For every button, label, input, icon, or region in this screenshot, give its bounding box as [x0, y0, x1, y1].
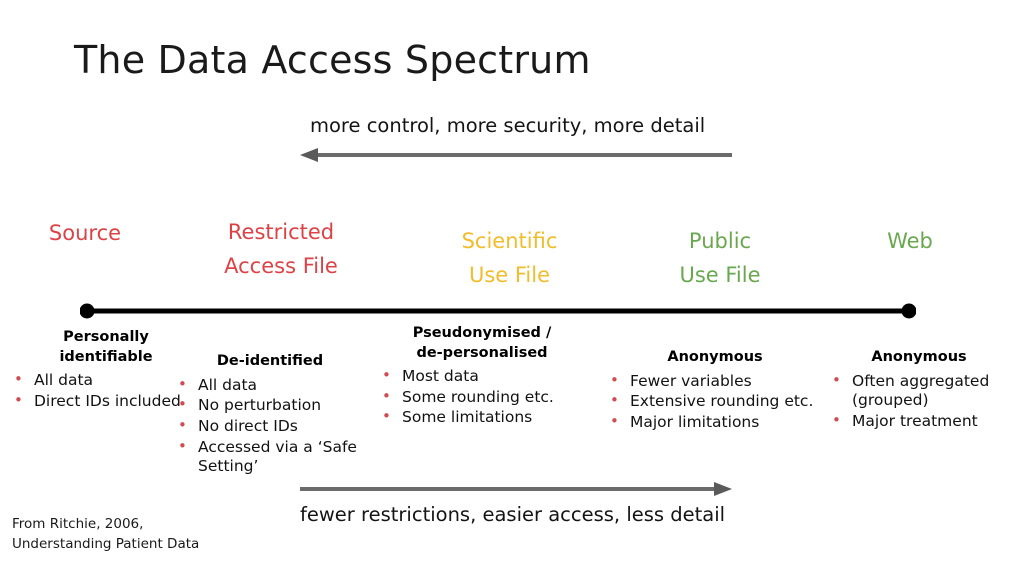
list-item: All data [172, 375, 372, 396]
spectrum-label-public-use-file-line2: Use File [679, 263, 761, 288]
detail-column-anonymous-aggregated: Anonymous Often aggregated (grouped) Maj… [826, 348, 1024, 433]
column-heading: Pseudonymised / de-personalised [376, 324, 588, 363]
top-caption: more control, more security, more detail [310, 114, 706, 137]
right-pointing-arrow-icon [298, 480, 734, 498]
spectrum-label-restricted-access-file: Restricted Access File [196, 215, 366, 283]
list-item: Direct IDs included [8, 391, 186, 412]
list-item: Major limitations [604, 412, 830, 433]
list-item: Often aggregated (grouped) [826, 371, 1024, 411]
list-item: All data [8, 370, 186, 391]
column-heading-line1: Anonymous [871, 349, 967, 365]
spectrum-label-public-use-file: Public Use File [646, 224, 794, 292]
spectrum-label-source-line1: Source [48, 221, 122, 245]
spectrum-label-restricted-access-file-line1: Restricted [227, 220, 335, 244]
spectrum-axis [80, 303, 916, 319]
list-item: Extensive rounding etc. [604, 391, 830, 412]
column-bullet-list: Fewer variables Extensive rounding etc. … [604, 371, 830, 433]
column-heading: De-identified [172, 352, 368, 372]
source-attribution-line2: Understanding Patient Data [12, 536, 200, 553]
spectrum-label-source: Source [20, 216, 150, 250]
detail-column-anonymous-fewer-variables: Anonymous Fewer variables Extensive roun… [604, 348, 830, 434]
list-item: Some rounding etc. [376, 387, 592, 408]
page-title: The Data Access Spectrum [74, 38, 591, 82]
detail-column-pseudonymised: Pseudonymised / de-personalised Most dat… [376, 324, 592, 429]
source-attribution: From Ritchie, 2006, Understanding Patien… [12, 514, 199, 555]
column-heading: Anonymous [604, 348, 826, 368]
column-bullet-list: All data Direct IDs included [8, 370, 186, 412]
left-pointing-arrow-icon [298, 146, 734, 164]
column-heading-line1: Anonymous [667, 349, 763, 365]
slide-canvas: The Data Access Spectrum more control, m… [0, 0, 1024, 576]
detail-column-de-identified: De-identified All data No perturbation N… [172, 352, 372, 478]
list-item: No direct IDs [172, 416, 372, 437]
column-heading-line1: Personally [63, 329, 149, 345]
column-bullet-list: All data No perturbation No direct IDs A… [172, 375, 372, 477]
spectrum-label-restricted-access-file-line2: Access File [224, 254, 338, 279]
spectrum-label-scientific-use-file-line1: Scientific [461, 229, 558, 253]
list-item: No perturbation [172, 395, 372, 416]
spectrum-label-web-line1: Web [887, 229, 933, 253]
column-heading-line2: de-personalised [416, 344, 548, 361]
column-heading-line1: Pseudonymised / [412, 325, 552, 341]
spectrum-label-web: Web [846, 224, 974, 258]
column-bullet-list: Most data Some rounding etc. Some limita… [376, 366, 592, 428]
column-heading: Anonymous [826, 348, 1012, 368]
list-item: Major treatment [826, 411, 1024, 432]
spectrum-label-scientific-use-file: Scientific Use File [437, 224, 582, 292]
spectrum-label-public-use-file-line1: Public [688, 229, 752, 253]
list-item: Some limitations [376, 407, 592, 428]
column-heading: Personally identifiable [22, 328, 190, 367]
list-item: Accessed via a ‘Safe Setting’ [172, 437, 372, 477]
list-item: Fewer variables [604, 371, 830, 392]
spectrum-endpoint-dot-right [901, 303, 916, 319]
column-heading-line2: identifiable [59, 348, 153, 365]
source-attribution-line1: From Ritchie, 2006, [12, 516, 144, 532]
spectrum-endpoint-dot-left [80, 303, 95, 319]
list-item: Most data [376, 366, 592, 387]
detail-column-personally-identifiable: Personally identifiable All data Direct … [8, 328, 186, 412]
bottom-caption: fewer restrictions, easier access, less … [300, 503, 726, 526]
column-heading-line1: De-identified [216, 353, 324, 369]
spectrum-label-scientific-use-file-line2: Use File [468, 263, 551, 288]
column-bullet-list: Often aggregated (grouped) Major treatme… [826, 371, 1024, 432]
